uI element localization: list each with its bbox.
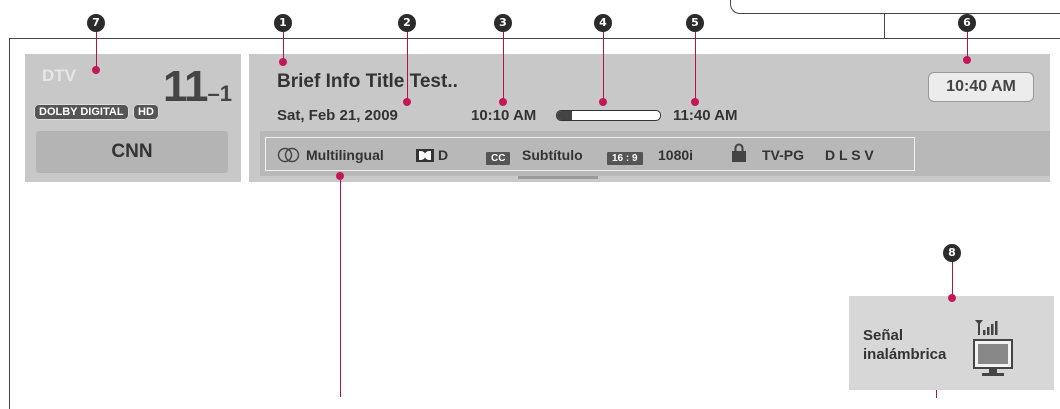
bracket-leader <box>884 13 885 39</box>
aspect-badge-wrap: 16 : 9 <box>607 148 643 165</box>
rating-flags: D L S V <box>825 147 874 163</box>
cc-badge: CC <box>486 152 511 165</box>
start-time: 10:10 AM <box>471 107 537 124</box>
end-time: 11:40 AM <box>673 107 738 124</box>
leader-7 <box>96 32 97 70</box>
rating: TV-PG <box>762 147 805 163</box>
hd-badge: HD <box>133 104 159 120</box>
leader-8 <box>952 262 953 298</box>
dolby-digital-badge: DOLBY DIGITAL <box>34 104 129 120</box>
leader-2 <box>407 32 408 102</box>
channel-minor: –1 <box>207 81 232 106</box>
program-title: Brief Info Title Test.. <box>277 71 458 92</box>
marker-5 <box>691 98 699 106</box>
callout-4: 4 <box>594 14 612 32</box>
callout-2: 2 <box>398 14 416 32</box>
callout-6: 6 <box>958 14 976 32</box>
strip-shade <box>518 176 598 179</box>
marker-3 <box>499 98 507 106</box>
marker-1 <box>279 58 287 66</box>
marker-4 <box>599 98 607 106</box>
resolution: 1080i <box>658 147 694 163</box>
marker-8 <box>948 294 956 302</box>
callout-1: 1 <box>274 14 292 32</box>
marker-7 <box>92 66 100 74</box>
leader-3 <box>503 32 504 102</box>
station-name: CNN <box>36 131 228 173</box>
dolby-suffix: D <box>438 147 449 163</box>
program-date: Sat, Feb 21, 2009 <box>277 107 398 124</box>
callout-8: 8 <box>943 244 961 262</box>
marker-2 <box>403 98 411 106</box>
wireless-line-1: Señal <box>863 327 904 344</box>
progress-bar <box>556 110 661 121</box>
callout-3: 3 <box>494 14 512 32</box>
marker-6 <box>963 56 971 64</box>
multilingual-icon <box>277 147 300 163</box>
top-bracket <box>730 0 1060 14</box>
callout-5: 5 <box>686 14 704 32</box>
current-time: 10:40 AM <box>928 72 1034 102</box>
leader-4 <box>603 32 604 102</box>
dolby-icon <box>416 149 434 162</box>
badge-row: DOLBY DIGITAL HD <box>34 102 159 120</box>
marker-strip <box>336 172 344 180</box>
wireless-label: Señal inalámbrica <box>863 326 946 364</box>
aspect-badge: 16 : 9 <box>607 152 643 165</box>
channel-number: 11–1 <box>163 62 232 112</box>
leader-5 <box>695 32 696 102</box>
wireless-signal-icon <box>973 320 1013 376</box>
callout-7: 7 <box>87 14 105 32</box>
leader-strip <box>340 176 341 397</box>
cc-badge-wrap: CC <box>486 148 511 165</box>
progress-fill <box>557 111 573 120</box>
caption-label: Subtítulo <box>522 147 583 163</box>
source-label: DTV <box>42 66 76 85</box>
channel-major: 11 <box>163 62 209 111</box>
wireless-line-2: inalámbrica <box>863 346 947 363</box>
lock-icon <box>732 143 746 162</box>
audio-label: Multilingual <box>306 147 384 163</box>
